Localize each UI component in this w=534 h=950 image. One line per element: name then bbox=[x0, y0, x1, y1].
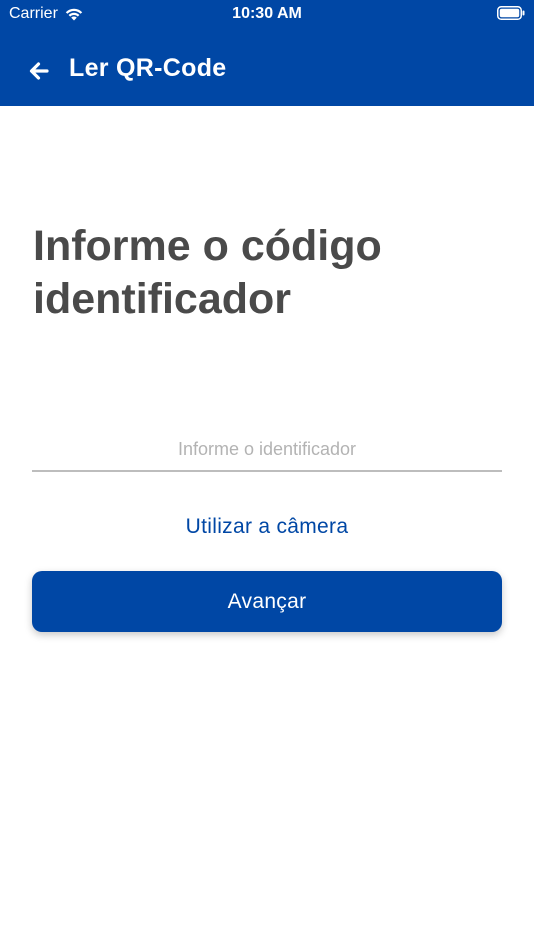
status-bar: Carrier 10:30 AM bbox=[0, 0, 534, 30]
use-camera-link[interactable]: Utilizar a câmera bbox=[0, 515, 534, 539]
next-button[interactable]: Avançar bbox=[32, 571, 502, 632]
status-time: 10:30 AM bbox=[232, 5, 302, 22]
app-header: Carrier 10:30 AM Ler QR-Code bbox=[0, 0, 534, 106]
arrow-left-icon[interactable] bbox=[26, 58, 52, 84]
instruction-heading: Informe o código identificador bbox=[33, 222, 382, 323]
navigation-bar: Ler QR-Code bbox=[0, 50, 534, 90]
page-title: Ler QR-Code bbox=[69, 54, 227, 82]
battery-icon bbox=[497, 6, 525, 20]
identifier-input[interactable] bbox=[32, 428, 502, 472]
